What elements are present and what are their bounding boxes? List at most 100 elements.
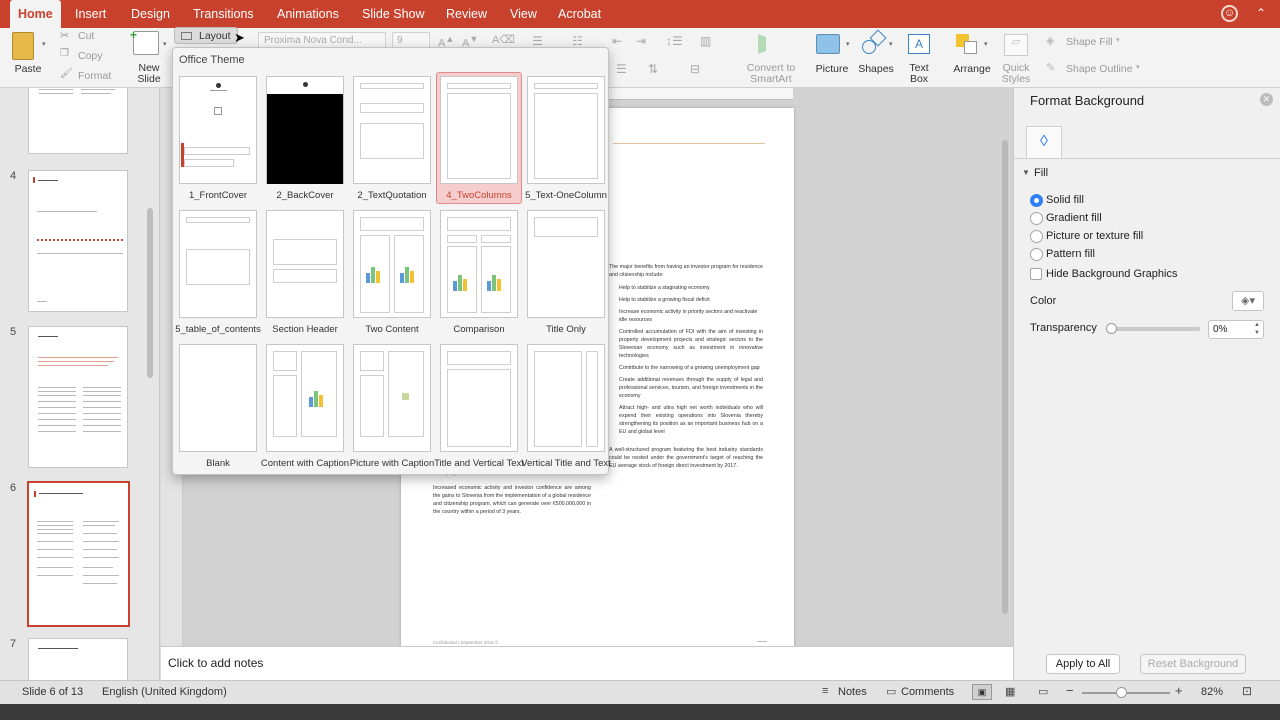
- shape-fill-button[interactable]: Shape Fill: [1066, 36, 1113, 48]
- justify-icon[interactable]: ☰: [616, 62, 627, 76]
- picture-dropdown-icon[interactable]: ▾: [846, 40, 850, 48]
- zoom-slider-handle[interactable]: [1116, 687, 1127, 698]
- layout-thumb-picture-with-caption[interactable]: [353, 344, 431, 452]
- shapes-dropdown-icon[interactable]: ▾: [889, 40, 893, 48]
- paste-button[interactable]: Paste: [10, 63, 46, 75]
- gradient-fill-radio[interactable]: [1030, 212, 1043, 225]
- slide-thumbnail-3[interactable]: [28, 88, 128, 154]
- slide-sorter-icon[interactable]: ▦: [1005, 685, 1015, 698]
- slide-thumbnail-5[interactable]: [28, 326, 128, 468]
- layout-thumb-two-content[interactable]: [353, 210, 431, 318]
- notes-placeholder[interactable]: Click to add notes: [168, 656, 263, 670]
- new-slide-button[interactable]: New Slide: [134, 63, 164, 85]
- layout-thumb-title-only[interactable]: [527, 210, 605, 318]
- arrange-dropdown-icon[interactable]: ▾: [984, 40, 988, 48]
- shape-outline-dropdown-icon[interactable]: ▾: [1136, 63, 1140, 71]
- thumbnail-scrollbar[interactable]: [147, 208, 153, 378]
- pattern-fill-radio[interactable]: [1030, 248, 1043, 261]
- tab-transitions[interactable]: Transitions: [190, 0, 257, 28]
- clear-format-icon[interactable]: A⌫: [492, 33, 515, 46]
- comments-icon[interactable]: ▭: [886, 685, 896, 698]
- paste-dropdown-icon[interactable]: ▾: [42, 40, 46, 48]
- layout-button[interactable]: Layout: [174, 27, 238, 44]
- picture-button[interactable]: Picture: [812, 63, 852, 75]
- solid-fill-label[interactable]: Solid fill: [1046, 194, 1084, 206]
- layout-thumb-4-twocolumns[interactable]: [440, 76, 518, 184]
- close-pane-icon[interactable]: ✕: [1260, 93, 1273, 106]
- tab-design[interactable]: Design: [128, 0, 173, 28]
- layout-thumb-comparison[interactable]: [440, 210, 518, 318]
- layout-thumb-content-with-caption[interactable]: [266, 344, 344, 452]
- smiley-feedback-icon[interactable]: ☺: [1221, 5, 1238, 22]
- fit-to-window-icon[interactable]: ⊡: [1242, 684, 1252, 698]
- layout-thumb-1-frontcover[interactable]: [179, 76, 257, 184]
- format-painter-button[interactable]: Format: [78, 70, 111, 82]
- color-picker-button[interactable]: ◈▾: [1232, 291, 1264, 311]
- notes-pane[interactable]: Click to add notes: [161, 646, 1013, 680]
- slide-thumbnail-7[interactable]: [28, 638, 128, 680]
- columns-icon[interactable]: ▥: [700, 34, 711, 48]
- tab-home[interactable]: Home: [10, 0, 61, 28]
- layout-thumb-title-vertical-text[interactable]: [440, 344, 518, 452]
- language-indicator[interactable]: English (United Kingdom): [102, 686, 227, 698]
- quick-styles-button[interactable]: Quick Styles: [998, 63, 1034, 85]
- align-text-icon[interactable]: ⊟: [690, 62, 700, 76]
- text-box-button[interactable]: Text Box: [904, 63, 934, 85]
- notes-toggle-button[interactable]: Notes: [838, 686, 867, 698]
- layout-thumb-5-text-onecolumn[interactable]: [527, 76, 605, 184]
- decrease-indent-icon[interactable]: ⇤: [612, 34, 622, 48]
- zoom-level[interactable]: 82%: [1201, 686, 1223, 698]
- ribbon-collapse-icon[interactable]: ⌃: [1256, 6, 1266, 20]
- left-column-text[interactable]: unemployment. Increased economic activit…: [433, 470, 591, 516]
- convert-smartart-button[interactable]: Convert to SmartArt: [744, 63, 798, 85]
- reading-view-icon[interactable]: ▭: [1038, 685, 1048, 698]
- fill-tab-icon[interactable]: ◊: [1026, 126, 1062, 158]
- layout-thumb-blank[interactable]: [179, 344, 257, 452]
- fill-section-header[interactable]: Fill: [1034, 167, 1048, 179]
- normal-view-icon[interactable]: ▣: [972, 684, 992, 700]
- shapes-button[interactable]: Shapes: [856, 63, 896, 75]
- picture-texture-fill-radio[interactable]: [1030, 230, 1043, 243]
- editor-scrollbar[interactable]: [1002, 140, 1008, 614]
- apply-to-all-button[interactable]: Apply to All: [1046, 654, 1120, 674]
- numbering-icon[interactable]: ☷: [572, 34, 583, 48]
- layout-thumb-vertical-title-text[interactable]: [527, 344, 605, 452]
- bullets-icon[interactable]: ☰: [532, 34, 543, 48]
- new-slide-dropdown-icon[interactable]: ▾: [163, 40, 167, 48]
- layout-thumb-5-table-of-contents[interactable]: [179, 210, 257, 318]
- right-column-text[interactable]: The major benefits from having an invest…: [609, 263, 763, 470]
- line-spacing-icon[interactable]: ↕☰: [666, 34, 683, 48]
- tab-acrobat[interactable]: Acrobat: [555, 0, 604, 28]
- comments-button[interactable]: Comments: [901, 686, 954, 698]
- layout-thumb-2-backcover[interactable]: [266, 76, 344, 184]
- tab-slide-show[interactable]: Slide Show: [359, 0, 428, 28]
- hide-graphics-checkbox[interactable]: [1030, 268, 1042, 280]
- pattern-fill-label[interactable]: Pattern fill: [1046, 248, 1095, 260]
- hide-graphics-label[interactable]: Hide Background Graphics: [1046, 268, 1177, 280]
- cut-button[interactable]: Cut: [78, 30, 94, 42]
- zoom-in-icon[interactable]: +: [1175, 683, 1183, 698]
- shape-outline-button[interactable]: Shape Outline: [1066, 63, 1133, 75]
- picture-texture-fill-label[interactable]: Picture or texture fill: [1046, 230, 1143, 242]
- increase-indent-icon[interactable]: ⇥: [636, 34, 646, 48]
- slide-thumbnail-4[interactable]: [28, 170, 128, 312]
- paste-icon[interactable]: [12, 32, 34, 60]
- gradient-fill-label[interactable]: Gradient fill: [1046, 212, 1102, 224]
- transparency-slider-handle[interactable]: [1106, 323, 1117, 334]
- tab-insert[interactable]: Insert: [72, 0, 109, 28]
- text-direction-icon[interactable]: ⇅: [648, 62, 658, 76]
- tab-view[interactable]: View: [507, 0, 540, 28]
- zoom-out-icon[interactable]: −: [1066, 683, 1074, 698]
- tab-review[interactable]: Review: [443, 0, 490, 28]
- layout-thumb-2-textquotation[interactable]: [353, 76, 431, 184]
- shape-fill-dropdown-icon[interactable]: ▾: [1116, 36, 1120, 44]
- transparency-slider[interactable]: [1110, 327, 1200, 331]
- transparency-stepper-icon[interactable]: ▲ ▼: [1254, 321, 1260, 337]
- copy-button[interactable]: Copy: [78, 50, 103, 62]
- arrange-button[interactable]: Arrange: [950, 63, 994, 75]
- solid-fill-radio[interactable]: [1030, 194, 1043, 207]
- reset-background-button[interactable]: Reset Background: [1140, 654, 1246, 674]
- layout-thumb-section-header[interactable]: [266, 210, 344, 318]
- section-collapse-icon[interactable]: ▼: [1022, 168, 1030, 177]
- tab-animations[interactable]: Animations: [274, 0, 342, 28]
